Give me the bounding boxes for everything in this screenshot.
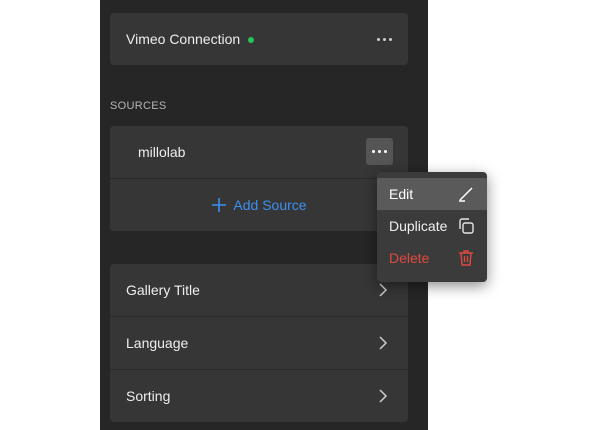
settings-item-language[interactable]: Language xyxy=(110,317,408,369)
menu-item-label: Edit xyxy=(389,186,414,202)
source-more-button[interactable] xyxy=(366,138,393,165)
menu-item-edit[interactable]: Edit xyxy=(377,178,487,210)
settings-item-label: Language xyxy=(126,335,189,351)
more-horizontal-icon[interactable] xyxy=(374,32,394,46)
trash-icon xyxy=(459,250,473,266)
copy-icon xyxy=(459,218,474,234)
settings-item-gallery-title[interactable]: Gallery Title xyxy=(110,264,408,316)
vimeo-connection-label: Vimeo Connection xyxy=(126,31,241,47)
add-source-button[interactable]: Add Source xyxy=(110,179,408,231)
menu-item-duplicate[interactable]: Duplicate xyxy=(377,210,487,242)
settings-list: Gallery Title Language Sorting xyxy=(110,264,408,422)
pencil-icon xyxy=(459,187,473,202)
plus-icon xyxy=(212,198,227,212)
source-context-menu: Edit Duplicate Delete xyxy=(377,172,487,282)
menu-item-delete[interactable]: Delete xyxy=(377,242,487,274)
source-item[interactable]: millolab xyxy=(110,126,408,178)
source-item-label: millolab xyxy=(138,144,186,160)
vimeo-connection-card[interactable]: Vimeo Connection xyxy=(110,13,408,65)
menu-item-label: Duplicate xyxy=(389,218,448,234)
sources-card: millolab Add Source xyxy=(110,126,408,231)
chevron-right-icon xyxy=(379,283,388,297)
add-source-label: Add Source xyxy=(233,197,307,213)
sources-section-label: SOURCES xyxy=(110,100,167,112)
settings-item-sorting[interactable]: Sorting xyxy=(110,370,408,422)
chevron-right-icon xyxy=(379,389,388,403)
settings-item-label: Sorting xyxy=(126,388,171,404)
chevron-right-icon xyxy=(379,336,388,350)
settings-item-label: Gallery Title xyxy=(126,282,200,298)
connection-status-dot xyxy=(248,36,255,43)
menu-item-label: Delete xyxy=(389,250,430,266)
